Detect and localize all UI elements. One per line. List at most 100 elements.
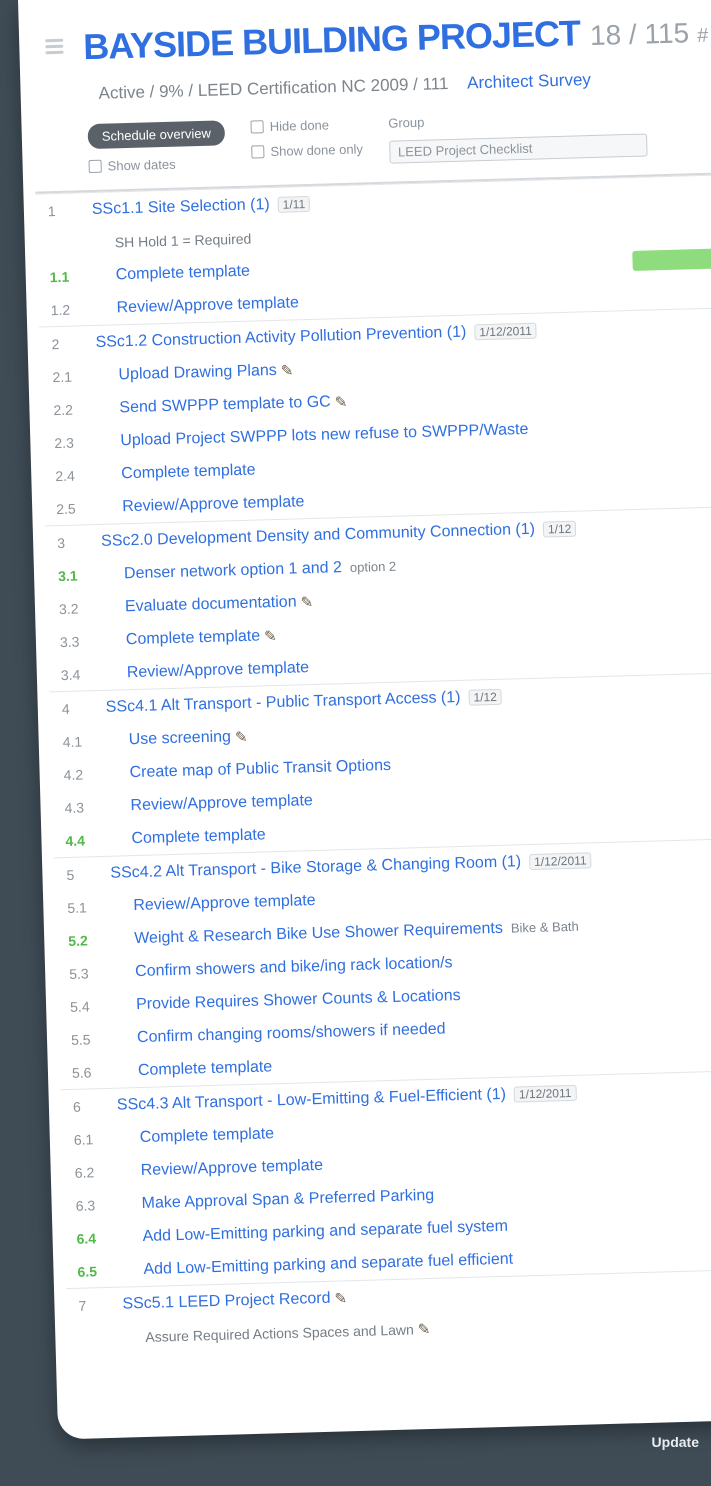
row-number: 3.2	[58, 600, 79, 617]
task-link[interactable]: Weight & Research Bike Use Shower Requir…	[112, 919, 503, 948]
row-number: 5.4	[69, 997, 90, 1015]
row-number: 4.3	[64, 798, 85, 816]
row-number: 5	[66, 866, 75, 883]
row-number: 4.2	[63, 765, 84, 783]
task-link[interactable]: Make Approval Span & Preferred Parking	[119, 1186, 434, 1213]
task-list: 1 SSc1.1 Site Selection (1) 1/11 SH Hold 1 …	[23, 172, 711, 1356]
show-dates-label: Show dates	[107, 156, 176, 174]
row-number: 2.5	[55, 500, 76, 517]
project-title[interactable]: BAYSIDE BUILDING PROJECT	[83, 12, 581, 68]
row-extra: option 2	[349, 558, 397, 575]
task-link[interactable]: Add Low-Emitting parking and separate fu…	[120, 1217, 508, 1246]
task-link: Assure Required Actions Spaces and Lawn	[145, 1320, 414, 1345]
row-number: 6	[72, 1098, 81, 1115]
row-badge: 1/12/2011	[474, 322, 537, 340]
task-count: 18 / 115	[589, 17, 690, 52]
group-select[interactable]: LEED Project Checklist	[388, 133, 648, 164]
task-link[interactable]: Review/Approve template	[111, 892, 316, 916]
show-done-only-label: Show done only	[270, 141, 364, 160]
row-number: 2.2	[53, 401, 74, 418]
task-link[interactable]: Complete template	[104, 627, 261, 649]
task-link[interactable]: Review/Approve template	[108, 792, 313, 816]
row-number: 3.3	[59, 633, 80, 650]
task-link[interactable]: Confirm showers and bike/ing rack locati…	[113, 954, 453, 981]
menu-icon[interactable]	[45, 38, 64, 55]
title-extra: # ~~	[696, 24, 711, 48]
edit-pencil-icon[interactable]: ✎	[235, 727, 248, 745]
task-link[interactable]: Use screening	[106, 728, 231, 749]
task-link[interactable]: Add Low-Emitting parking and separate fu…	[121, 1250, 513, 1279]
row-number: 5.2	[68, 931, 88, 949]
edit-pencil-icon[interactable]: ✎	[334, 1289, 347, 1307]
task-link[interactable]: Complete template	[118, 1125, 275, 1147]
checkbox-icon	[88, 159, 102, 174]
row-number: 2	[51, 335, 60, 352]
task-link[interactable]: Upload Project SWPPP lots new refuse to …	[98, 420, 529, 450]
phase-link[interactable]: SSc2.0 Development Density and Community…	[101, 520, 535, 550]
row-number: 6.3	[75, 1196, 96, 1214]
edit-pencil-icon[interactable]: ✎	[418, 1320, 431, 1338]
phase-link[interactable]: SSc5.1 LEED Project Record	[122, 1289, 331, 1313]
task-link[interactable]: Review/Approve template	[100, 493, 305, 517]
task-link[interactable]: Upload Drawing Plans	[96, 361, 277, 384]
phase-link[interactable]: SSc1.1 Site Selection (1)	[92, 196, 270, 219]
row-badge: 1/11	[277, 195, 311, 213]
gantt-bar[interactable]	[632, 247, 711, 271]
task-link[interactable]: Provide Requires Shower Counts & Locatio…	[114, 987, 461, 1015]
subtitle-link[interactable]: Architect Survey	[467, 70, 591, 92]
task-link: SH Hold 1 = Required	[114, 230, 252, 250]
task-link[interactable]: Complete template	[99, 461, 256, 483]
task-link[interactable]: Send SWPPP template to GC	[97, 393, 331, 418]
row-number: 6.1	[73, 1130, 94, 1148]
phase-link[interactable]: SSc4.1 Alt Transport - Public Transport …	[106, 688, 461, 716]
row-number	[67, 1337, 123, 1339]
row-number: 6.2	[74, 1163, 95, 1181]
row-number: 6.4	[76, 1229, 97, 1247]
row-number: 4.1	[62, 732, 83, 750]
task-link[interactable]: Complete template	[109, 826, 266, 848]
task-link[interactable]: Confirm changing rooms/showers if needed	[115, 1020, 446, 1047]
checkbox-icon	[251, 145, 265, 159]
row-number: 4	[61, 700, 70, 717]
edit-pencil-icon[interactable]: ✎	[281, 361, 294, 379]
edit-pencil-icon[interactable]: ✎	[334, 392, 347, 410]
row-number: 1.1	[49, 268, 70, 285]
row-number: 2.4	[55, 467, 75, 484]
task-link[interactable]: Review/Approve template	[94, 294, 299, 318]
phase-link[interactable]: SSc1.2 Construction Activity Pollution P…	[95, 323, 466, 351]
task-link[interactable]: Evaluate documentation	[103, 593, 297, 616]
task-link[interactable]: Complete template	[116, 1058, 273, 1080]
task-link[interactable]: Complete template	[93, 262, 250, 284]
schedule-toggle-button[interactable]: Schedule overview	[87, 120, 226, 150]
row-number: 5.6	[71, 1063, 92, 1081]
row-number: 7	[78, 1297, 87, 1314]
row-number: 2.1	[52, 368, 73, 385]
row-number: 5.5	[70, 1030, 91, 1048]
row-number: 5.1	[67, 898, 88, 916]
task-link[interactable]: Denser network option 1 and 2	[102, 559, 342, 584]
task-link[interactable]: Review/Approve template	[105, 659, 310, 683]
show-done-only-checkbox[interactable]: Show done only	[251, 141, 363, 159]
phase-link[interactable]: SSc4.2 Alt Transport - Bike Storage & Ch…	[110, 853, 521, 882]
row-extra: Bike & Bath	[510, 918, 579, 936]
update-button[interactable]: Update	[652, 1434, 699, 1450]
phase-link[interactable]: SSc4.3 Alt Transport - Low-Emitting & Fu…	[117, 1085, 507, 1114]
row-number: 3	[56, 534, 66, 551]
hide-done-label: Hide done	[269, 117, 330, 135]
show-dates-checkbox[interactable]: Show dates	[88, 155, 225, 174]
task-link[interactable]: Review/Approve template	[118, 1156, 323, 1180]
row-number: 2.3	[54, 434, 75, 451]
row-badge: 1/12	[468, 688, 503, 706]
row-badge: 1/12/2011	[513, 1084, 577, 1103]
row-number: 1	[47, 202, 56, 219]
row-number: 3.1	[57, 567, 78, 584]
hide-done-checkbox[interactable]: Hide done	[250, 116, 363, 135]
task-link[interactable]: Create map of Public Transit Options	[107, 756, 391, 782]
row-number: 3.4	[60, 666, 81, 683]
edit-pencil-icon[interactable]: ✎	[300, 592, 313, 610]
group-label: Group	[388, 114, 425, 131]
row-number: 5.3	[68, 964, 89, 982]
project-panel: BAYSIDE BUILDING PROJECT 18 / 115 # ~~ A…	[18, 0, 711, 1440]
row-badge: 1/12/2011	[528, 851, 592, 870]
edit-pencil-icon[interactable]: ✎	[264, 627, 277, 645]
